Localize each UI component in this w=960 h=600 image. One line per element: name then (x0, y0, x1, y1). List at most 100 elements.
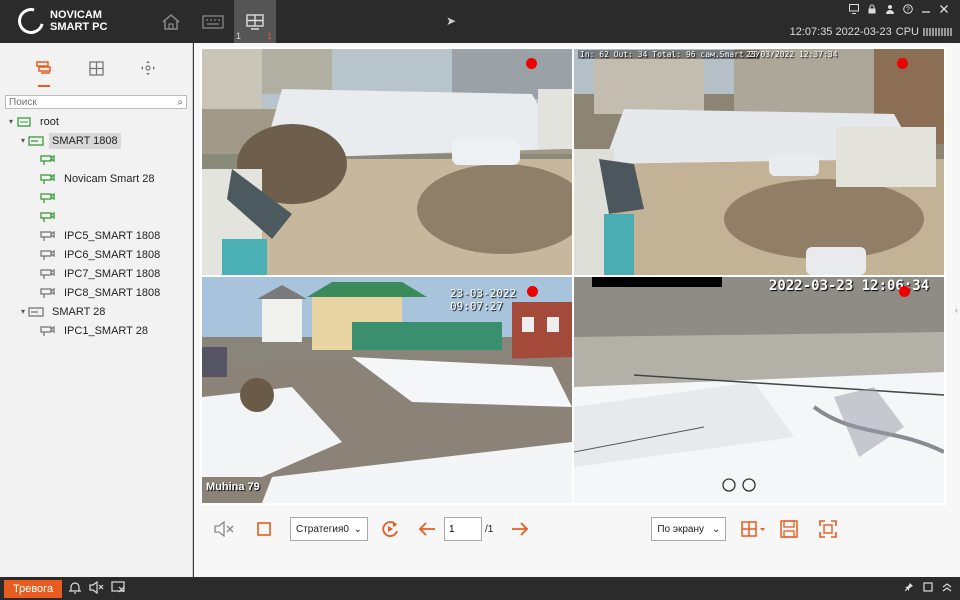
status-bar: Тревога (0, 577, 960, 600)
tree-item-label: Novicam Smart 28 (64, 172, 155, 185)
nvr-icon (28, 135, 44, 147)
header: NOVICAM SMART PC 1 1 ➤ ? 12:07:35 2022-0… (0, 0, 960, 43)
prev-page-button[interactable] (416, 516, 438, 542)
tab-ptz[interactable] (133, 53, 163, 83)
sidebar-tabs (0, 43, 192, 93)
fit-value: По экрану (657, 523, 704, 535)
osd-counter: In: 62 Out: 34 Total: 96 сам.Smart 28 (578, 50, 761, 59)
tree-item[interactable]: IPC7_SMART 1808 (0, 264, 192, 283)
tree-item-label: IPC6_SMART 1808 (64, 248, 161, 261)
tree-item[interactable]: IPC6_SMART 1808 (0, 245, 192, 264)
tree-item[interactable]: IPC5_SMART 1808 (0, 226, 192, 245)
tree-item[interactable]: ▾ SMART 28 (0, 302, 192, 321)
status-icons (68, 580, 126, 597)
camera-icon (40, 230, 56, 242)
alarm-bell-icon[interactable] (68, 581, 82, 597)
page-input[interactable] (444, 517, 482, 541)
tree-item[interactable]: ▾ SMART 1808 (0, 131, 192, 150)
clock: 12:07:35 2022-03-23 CPU (790, 26, 952, 38)
logo: NOVICAM SMART PC (13, 3, 107, 39)
speaker-mute-icon[interactable] (89, 580, 104, 597)
video-tile-2[interactable]: In: 62 Out: 34 Total: 96 сам.Smart 28 23… (574, 49, 944, 275)
record-indicator-icon (899, 286, 910, 297)
record-indicator-icon (526, 58, 537, 69)
save-layout-button[interactable] (778, 516, 800, 542)
arrow-left-icon (418, 522, 435, 536)
camera-icon (40, 268, 56, 280)
tree-item-label: SMART 28 (52, 305, 106, 318)
camera-icon (40, 249, 56, 261)
tree-expand-icon[interactable]: ▾ (18, 136, 28, 145)
collapse-up-icon[interactable] (942, 582, 952, 595)
osd-timestamp: 23-03-2022 09:07:27 (450, 287, 517, 313)
camera-icon (40, 173, 56, 185)
window-controls: ? (848, 3, 950, 15)
record-indicator-icon (527, 286, 538, 297)
tree-item[interactable]: IPC8_SMART 1808 (0, 283, 192, 302)
alarm-button[interactable]: Тревога (4, 579, 63, 598)
user-icon[interactable] (884, 3, 896, 15)
tree-item[interactable] (0, 188, 192, 207)
nvr-icon (28, 306, 44, 318)
tree-item[interactable]: IPC1_SMART 28 (0, 321, 192, 340)
cpu-meter (923, 28, 952, 36)
next-page-button[interactable] (509, 516, 531, 542)
cpu-label: CPU (895, 26, 919, 38)
strategy-select[interactable]: Стратегия0 ⌄ (290, 517, 368, 541)
app-window: NOVICAM SMART PC 1 1 ➤ ? 12:07:35 2022-0… (0, 0, 960, 600)
nav-bar: 1 1 (150, 0, 276, 43)
video-tile-4[interactable]: 2022-03-23 12:06:34 (574, 277, 944, 503)
fullscreen-button[interactable] (817, 516, 839, 542)
fit-select[interactable]: По экрану ⌄ (651, 517, 727, 541)
search-box: ⌕ (5, 95, 187, 109)
tree-item[interactable]: Novicam Smart 28 (0, 169, 192, 188)
tree-item[interactable] (0, 207, 192, 226)
tree-item-label: IPC5_SMART 1808 (64, 229, 161, 242)
tree-expand-icon[interactable]: ▾ (6, 117, 16, 126)
chevron-down-icon: ⌄ (711, 523, 721, 535)
tree-item-label: IPC7_SMART 1808 (64, 267, 161, 280)
help-icon[interactable]: ? (902, 3, 914, 15)
device-list-icon (36, 61, 51, 74)
video-tile-1[interactable] (202, 49, 572, 275)
tab-device-list[interactable] (29, 53, 59, 87)
lock-icon[interactable] (866, 3, 878, 15)
monitor-icon[interactable] (848, 3, 860, 15)
strategy-value: Стратегия0 (296, 523, 349, 535)
nav-layout-button[interactable]: 1 1 (234, 0, 276, 43)
nav-keyboard-button[interactable] (192, 0, 234, 43)
cycle-play-icon (382, 521, 398, 537)
layout-split-button[interactable] (740, 516, 768, 542)
cycle-button[interactable] (378, 516, 402, 542)
search-icon[interactable]: ⌕ (177, 97, 183, 108)
window-icon[interactable] (923, 582, 933, 595)
close-icon[interactable] (938, 3, 950, 15)
layout-icon (246, 13, 264, 30)
page-total: /1 (485, 523, 494, 535)
mute-button[interactable] (212, 516, 236, 542)
root-icon (16, 116, 32, 128)
search-input[interactable] (9, 96, 178, 108)
pin-icon[interactable] (904, 582, 914, 595)
panel-collapse-handle-icon[interactable]: ‹ (955, 305, 958, 315)
osd-camera-label: Muhina 79 (206, 481, 260, 493)
tree-item[interactable]: ▾ root (0, 112, 192, 131)
camera-icon (40, 192, 56, 204)
tree-item[interactable] (0, 150, 192, 169)
screen-close-icon[interactable] (111, 580, 126, 597)
nav-home-button[interactable] (150, 0, 192, 43)
camera-icon (40, 154, 56, 166)
svg-text:?: ? (906, 7, 910, 14)
tree-expand-icon[interactable]: ▾ (18, 307, 28, 316)
minimize-icon[interactable] (920, 3, 932, 15)
camera-icon (40, 325, 56, 337)
stop-button[interactable] (254, 516, 274, 542)
tree-item-label (61, 158, 67, 162)
tab-grid[interactable] (81, 53, 111, 83)
status-right-icons (904, 582, 952, 595)
video-tile-3[interactable]: 23-03-2022 09:07:27 Muhina 79 (202, 277, 572, 503)
clock-time: 12:07:35 2022-03-23 (789, 26, 892, 38)
logo-line1: NOVICAM (50, 9, 102, 21)
record-indicator-icon (897, 58, 908, 69)
speaker-mute-icon (214, 521, 234, 537)
